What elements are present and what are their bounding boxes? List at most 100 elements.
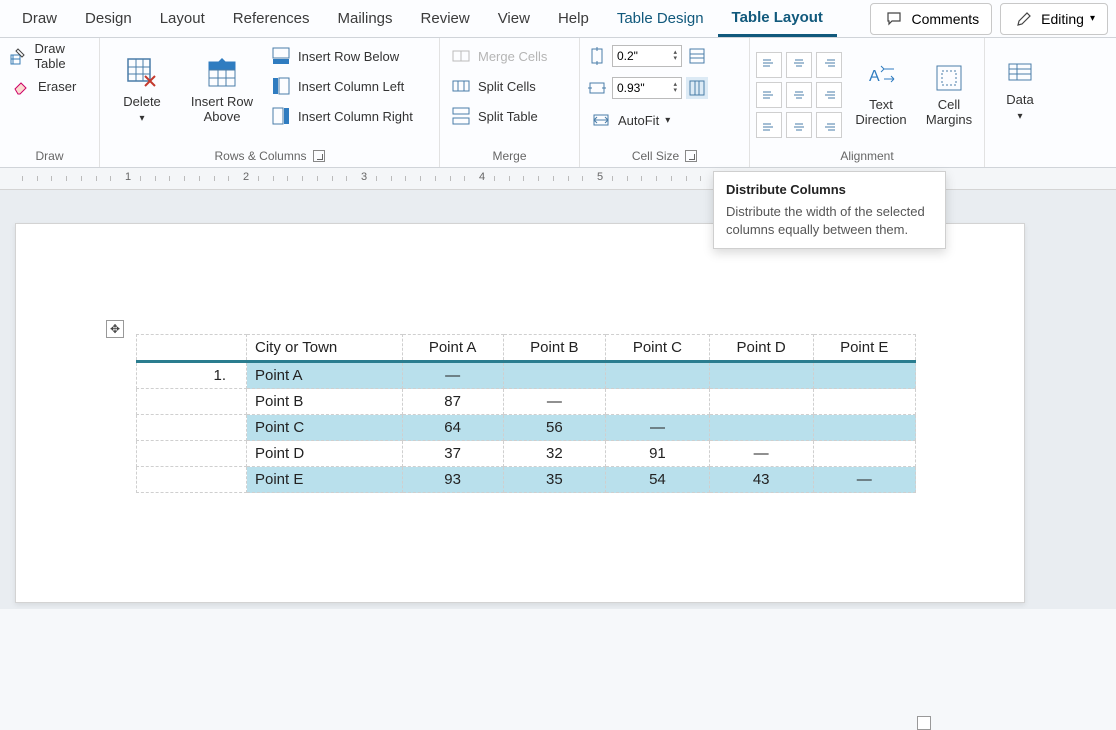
tab-mailings[interactable]: Mailings [323, 0, 406, 37]
table-move-handle[interactable]: ✥ [106, 320, 124, 338]
table-index-cell[interactable] [137, 441, 247, 467]
insert-col-left-label: Insert Column Left [298, 79, 404, 94]
align-top-center[interactable] [786, 52, 812, 78]
table-cell[interactable] [503, 362, 605, 389]
distribute-rows-button[interactable] [686, 45, 708, 67]
comments-button[interactable]: Comments [870, 3, 992, 35]
tab-draw[interactable]: Draw [8, 0, 71, 37]
tab-design[interactable]: Design [71, 0, 146, 37]
insert-row-above-label: Insert Row Above [182, 94, 262, 124]
table-col-header[interactable]: Point D [709, 335, 813, 362]
table-cell[interactable] [813, 362, 915, 389]
table-cell[interactable]: — [503, 389, 605, 415]
table-cell[interactable]: 43 [709, 467, 813, 493]
cell-size-dialog-launcher[interactable] [685, 150, 697, 162]
delete-button[interactable]: Delete ▾ [106, 42, 178, 138]
insert-row-below-button[interactable]: Insert Row Below [266, 42, 417, 70]
merge-cells-button: Merge Cells [446, 42, 551, 70]
table-cell[interactable]: — [709, 441, 813, 467]
tab-help[interactable]: Help [544, 0, 603, 37]
row-height-input[interactable]: 0.2" ▴▾ [612, 45, 682, 67]
table-col-header[interactable]: Point B [503, 335, 605, 362]
table-cell[interactable]: 87 [402, 389, 503, 415]
table-cell[interactable]: 56 [503, 415, 605, 441]
align-top-left[interactable] [756, 52, 782, 78]
table-cell[interactable] [606, 362, 710, 389]
split-cells-label: Split Cells [478, 79, 536, 94]
tab-table-layout[interactable]: Table Layout [718, 0, 837, 37]
table-cell[interactable] [709, 389, 813, 415]
align-mid-center[interactable] [786, 82, 812, 108]
align-bot-left[interactable] [756, 112, 782, 138]
horizontal-ruler[interactable]: 1234567 [0, 168, 1116, 190]
table-col-header[interactable]: Point C [606, 335, 710, 362]
editing-mode-button[interactable]: Editing ▾ [1000, 3, 1108, 35]
table-cell[interactable]: 93 [402, 467, 503, 493]
table-resize-handle[interactable] [917, 716, 931, 730]
table-cell[interactable] [813, 415, 915, 441]
cell-margins-label: Cell Margins [920, 97, 978, 127]
spinner-arrows-icon[interactable]: ▴▾ [673, 50, 677, 62]
table-cell[interactable] [709, 415, 813, 441]
text-direction-button[interactable]: A Text Direction [852, 50, 910, 140]
table-index-cell[interactable] [137, 467, 247, 493]
table-index-cell[interactable]: 1. [137, 362, 247, 389]
table-cell[interactable]: 54 [606, 467, 710, 493]
tab-table-design[interactable]: Table Design [603, 0, 718, 37]
table-row-label[interactable]: Point B [247, 389, 403, 415]
document-page[interactable]: City or TownPoint APoint BPoint CPoint D… [15, 223, 1025, 603]
align-mid-left[interactable] [756, 82, 782, 108]
insert-col-right-button[interactable]: Insert Column Right [266, 102, 417, 130]
table-cell[interactable]: 35 [503, 467, 605, 493]
insert-row-above-icon [205, 56, 239, 90]
table-index-cell[interactable] [137, 415, 247, 441]
col-width-input[interactable]: 0.93" ▴▾ [612, 77, 682, 99]
distribute-columns-button[interactable] [686, 77, 708, 99]
table-index-header[interactable] [137, 335, 247, 362]
split-table-button[interactable]: Split Table [446, 102, 551, 130]
table-row-label[interactable]: Point A [247, 362, 403, 389]
table-cell[interactable]: 32 [503, 441, 605, 467]
table-col-header[interactable]: Point E [813, 335, 915, 362]
tab-view[interactable]: View [484, 0, 544, 37]
table-row-label[interactable]: Point C [247, 415, 403, 441]
spinner-arrows-icon[interactable]: ▴▾ [673, 82, 677, 94]
tab-review[interactable]: Review [407, 0, 484, 37]
autofit-button[interactable]: AutoFit ▾ [586, 106, 708, 134]
group-draw-label: Draw [6, 147, 93, 165]
draw-table-label: Draw Table [35, 41, 90, 71]
rows-columns-dialog-launcher[interactable] [313, 150, 325, 162]
tab-references[interactable]: References [219, 0, 324, 37]
table-cell[interactable] [709, 362, 813, 389]
align-mid-right[interactable] [816, 82, 842, 108]
delete-label: Delete [123, 94, 161, 109]
align-bot-right[interactable] [816, 112, 842, 138]
table-cell[interactable]: — [402, 362, 503, 389]
text-direction-icon: A [866, 63, 896, 93]
split-cells-button[interactable]: Split Cells [446, 72, 551, 100]
eraser-button[interactable]: Eraser [6, 72, 93, 100]
draw-table-button[interactable]: Draw Table [6, 42, 93, 70]
table-cell[interactable] [813, 389, 915, 415]
ruler-number: 3 [361, 171, 367, 183]
table-cell[interactable]: 91 [606, 441, 710, 467]
table-row-label[interactable]: Point D [247, 441, 403, 467]
tab-layout[interactable]: Layout [146, 0, 219, 37]
table-cell[interactable]: — [813, 467, 915, 493]
table-cell[interactable]: — [606, 415, 710, 441]
insert-row-above-button[interactable]: Insert Row Above [182, 42, 262, 138]
table-col-header[interactable]: Point A [402, 335, 503, 362]
table-cell[interactable]: 64 [402, 415, 503, 441]
data-button[interactable]: Data ▾ [992, 42, 1048, 138]
table-cell[interactable] [813, 441, 915, 467]
cell-margins-button[interactable]: Cell Margins [920, 50, 978, 140]
document-table[interactable]: City or TownPoint APoint BPoint CPoint D… [136, 334, 916, 493]
table-corner-header[interactable]: City or Town [247, 335, 403, 362]
table-cell[interactable]: 37 [402, 441, 503, 467]
insert-col-left-button[interactable]: Insert Column Left [266, 72, 417, 100]
table-row-label[interactable]: Point E [247, 467, 403, 493]
align-bot-center[interactable] [786, 112, 812, 138]
align-top-right[interactable] [816, 52, 842, 78]
table-index-cell[interactable] [137, 389, 247, 415]
table-cell[interactable] [606, 389, 710, 415]
